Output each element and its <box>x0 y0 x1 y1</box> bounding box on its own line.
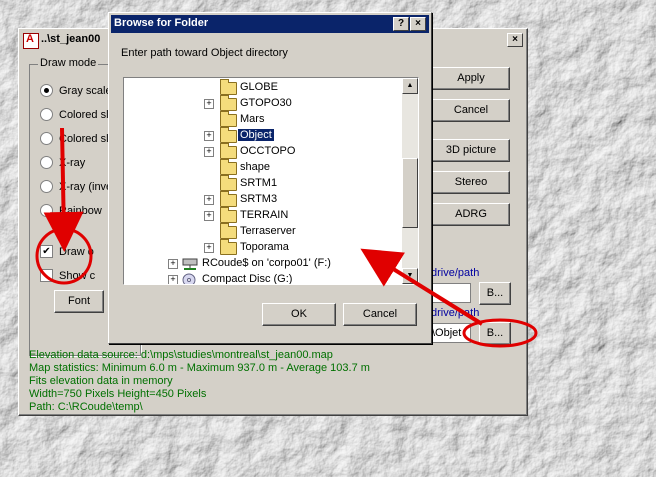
info-path: Path: C:\RCoude\temp\ <box>29 401 143 413</box>
3d-picture-button[interactable]: 3D picture <box>432 139 510 162</box>
app-icon <box>23 33 39 49</box>
cancel-button[interactable]: Cancel <box>432 99 510 122</box>
tree-scrollbar[interactable]: ▲ ▼ <box>402 78 418 284</box>
folder-icon <box>220 223 237 239</box>
dialog-close-button[interactable]: × <box>410 17 426 31</box>
folder-tree[interactable]: GLOBE + GTOPO30 Mars + Object + OCCTOPO … <box>123 77 419 285</box>
checkmark-icon[interactable]: ✔ <box>40 245 53 258</box>
main-close-button[interactable]: × <box>507 33 523 47</box>
radio-colored-slope-1[interactable]: Colored slo <box>40 108 115 124</box>
expand-plus-icon[interactable]: + <box>204 147 214 157</box>
tree-item-object[interactable]: + Object <box>124 127 400 144</box>
tree-item-mars[interactable]: Mars <box>124 111 400 128</box>
folder-icon <box>220 159 237 175</box>
drive-path-input-1[interactable] <box>431 283 471 303</box>
draw-mode-label: Draw mode <box>38 57 99 69</box>
folder-icon <box>220 239 237 255</box>
radio-rainbow[interactable]: Rainbow <box>40 204 102 220</box>
drive-path-label-2: drive/path <box>431 307 480 319</box>
radio-x-ray-inverse[interactable]: X-ray (inve <box>40 180 112 196</box>
tree-item-occtopo[interactable]: + OCCTOPO <box>124 143 400 160</box>
network-drive-icon <box>182 258 198 270</box>
info-elevation-source: Elevation data source: d:\mps\studies\mo… <box>29 349 333 361</box>
expand-plus-icon[interactable]: + <box>168 275 178 284</box>
radio-button-icon[interactable] <box>40 156 53 169</box>
dialog-title: Browse for Folder <box>114 17 209 29</box>
compact-disc-icon <box>182 273 196 284</box>
apply-button[interactable]: Apply <box>432 67 510 90</box>
tree-item-gtopo30[interactable]: + GTOPO30 <box>124 95 400 112</box>
radio-x-ray[interactable]: X-ray <box>40 156 85 172</box>
scroll-thumb[interactable] <box>402 158 418 228</box>
open-folder-icon <box>220 127 237 143</box>
draw-checkbox[interactable]: ✔ Draw o <box>40 245 94 261</box>
expand-plus-icon[interactable]: + <box>204 99 214 109</box>
main-window-title: ..\st_jean00 <box>41 33 101 45</box>
radio-gray-scale[interactable]: Gray scale <box>40 84 112 100</box>
dialog-title-bar: Browse for Folder ? × <box>111 15 429 33</box>
tree-item-srtm3[interactable]: + SRTM3 <box>124 191 400 208</box>
expand-plus-icon[interactable]: + <box>204 211 214 221</box>
tree-item-shape[interactable]: shape <box>124 159 400 176</box>
radio-button-icon[interactable] <box>40 132 53 145</box>
drive-path-label-1: drive/path <box>431 267 480 279</box>
folder-icon <box>220 95 237 111</box>
dialog-prompt: Enter path toward Object directory <box>121 47 288 59</box>
info-dimensions: Width=750 Pixels Height=450 Pixels <box>29 388 207 400</box>
folder-icon <box>220 111 237 127</box>
help-button[interactable]: ? <box>393 17 409 31</box>
scroll-up-arrow-icon[interactable]: ▲ <box>402 78 418 94</box>
info-memory: Fits elevation data in memory <box>29 375 173 387</box>
tree-item-srtm1[interactable]: SRTM1 <box>124 175 400 192</box>
tree-item-cd-drive[interactable]: + Compact Disc (G:) <box>124 272 400 284</box>
info-map-statistics: Map statistics: Minimum 6.0 m - Maximum … <box>29 362 370 374</box>
expand-plus-icon[interactable]: + <box>168 259 178 269</box>
tree-item-terrain[interactable]: + TERRAIN <box>124 207 400 224</box>
expand-plus-icon[interactable]: + <box>204 243 214 253</box>
folder-icon <box>220 175 237 191</box>
radio-button-icon[interactable] <box>40 84 53 97</box>
folder-icon <box>220 143 237 159</box>
folder-icon <box>220 207 237 223</box>
browse-button-2[interactable]: B... <box>479 322 511 345</box>
browse-button-1[interactable]: B... <box>479 282 511 305</box>
show-checkbox[interactable]: Show c <box>40 269 95 285</box>
radio-button-icon[interactable] <box>40 204 53 217</box>
radio-button-icon[interactable] <box>40 108 53 121</box>
scroll-down-arrow-icon[interactable]: ▼ <box>402 268 418 284</box>
checkbox-icon[interactable] <box>40 269 53 282</box>
radio-colored-slope-2[interactable]: Colored slo <box>40 132 115 148</box>
browse-folder-dialog: Browse for Folder ? × Enter path toward … <box>108 12 432 344</box>
tree-item-globe[interactable]: GLOBE <box>124 79 400 96</box>
ok-button[interactable]: OK <box>262 303 336 326</box>
tree-item-network-drive[interactable]: + RCoude$ on 'corpo01' (F:) <box>124 256 400 272</box>
expand-plus-icon[interactable]: + <box>204 131 214 141</box>
drive-path-input-2[interactable]: \Objet <box>431 323 471 343</box>
adrg-button[interactable]: ADRG <box>432 203 510 226</box>
folder-icon <box>220 191 237 207</box>
font-button[interactable]: Font <box>54 290 104 313</box>
folder-icon <box>220 79 237 95</box>
tree-item-terraserver[interactable]: Terraserver <box>124 223 400 240</box>
expand-plus-icon[interactable]: + <box>204 195 214 205</box>
stereo-button[interactable]: Stereo <box>432 171 510 194</box>
radio-button-icon[interactable] <box>40 180 53 193</box>
tree-item-toporama[interactable]: + Toporama <box>124 239 400 256</box>
dialog-cancel-button[interactable]: Cancel <box>343 303 417 326</box>
